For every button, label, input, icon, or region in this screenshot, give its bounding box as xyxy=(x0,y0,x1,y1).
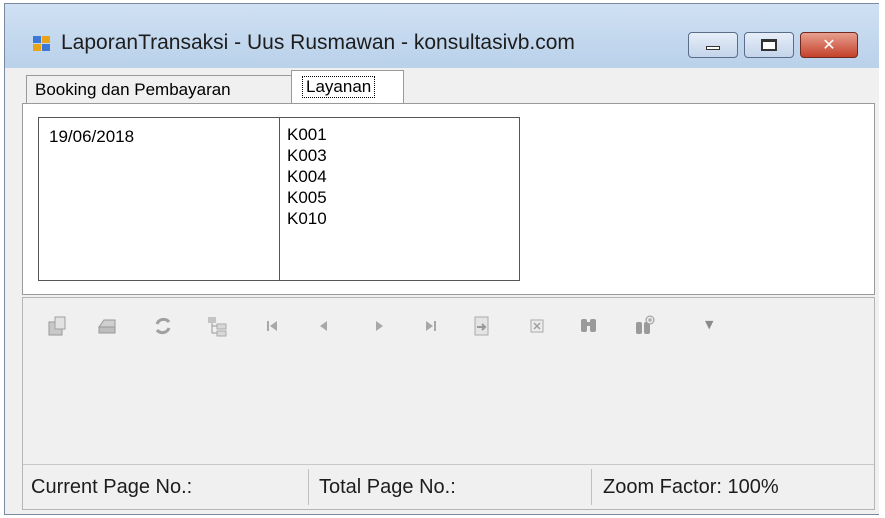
group-tree-icon[interactable] xyxy=(205,314,229,338)
service-code: K010 xyxy=(287,209,327,228)
tab-label: Booking dan Pembayaran xyxy=(35,80,231,99)
status-bar: Current Page No.: Total Page No.: Zoom F… xyxy=(23,464,874,510)
app-icon[interactable] xyxy=(33,36,51,52)
tab-label: Layanan xyxy=(302,76,376,98)
total-page-label: Total Page No.: xyxy=(319,476,456,498)
screen-edge xyxy=(879,0,885,518)
previous-page-icon[interactable] xyxy=(312,314,336,338)
report-page: 19/06/2018 K001 K003 K004 K005 K010 xyxy=(22,103,875,295)
close-button[interactable]: ✕ xyxy=(800,32,858,58)
maximize-button[interactable] xyxy=(744,32,794,58)
minimize-icon xyxy=(706,46,720,50)
service-code: K004 xyxy=(287,167,327,186)
zoom-icon[interactable] xyxy=(633,314,657,338)
close-icon: ✕ xyxy=(822,35,836,54)
codes-cell: K001 K003 K004 K005 K010 xyxy=(279,117,520,281)
next-page-icon[interactable] xyxy=(367,314,391,338)
last-page-icon[interactable] xyxy=(419,314,443,338)
search-icon[interactable] xyxy=(577,314,601,338)
maximize-icon xyxy=(761,39,777,51)
tab-layanan[interactable]: Layanan xyxy=(291,70,404,104)
zoom-factor-label: Zoom Factor: 100% xyxy=(603,476,779,498)
service-code: K001 xyxy=(287,125,327,144)
window-title: LaporanTransaksi - Uus Rusmawan - konsul… xyxy=(61,31,575,54)
service-code: K003 xyxy=(287,146,327,165)
crystal-report-viewer: ▼ Current Page No.: Total Page No.: Zoom… xyxy=(22,297,875,510)
date-cell: 19/06/2018 xyxy=(38,117,280,281)
status-divider xyxy=(308,469,309,505)
current-page-label: Current Page No.: xyxy=(31,476,193,498)
refresh-icon[interactable] xyxy=(151,314,175,338)
stop-icon[interactable] xyxy=(525,314,549,338)
print-icon[interactable] xyxy=(95,314,119,338)
status-divider xyxy=(591,469,592,505)
zoom-dropdown-icon[interactable]: ▼ xyxy=(705,318,713,331)
service-code: K005 xyxy=(287,188,327,207)
title-bar[interactable]: LaporanTransaksi - Uus Rusmawan - konsul… xyxy=(5,4,881,68)
export-icon[interactable] xyxy=(45,314,69,338)
report-date: 19/06/2018 xyxy=(49,127,135,146)
goto-page-icon[interactable] xyxy=(470,314,494,338)
tab-booking-dan-pembayaran[interactable]: Booking dan Pembayaran xyxy=(26,75,292,103)
minimize-button[interactable] xyxy=(688,32,738,58)
viewer-toolbar: ▼ xyxy=(23,298,874,356)
first-page-icon[interactable] xyxy=(260,314,284,338)
